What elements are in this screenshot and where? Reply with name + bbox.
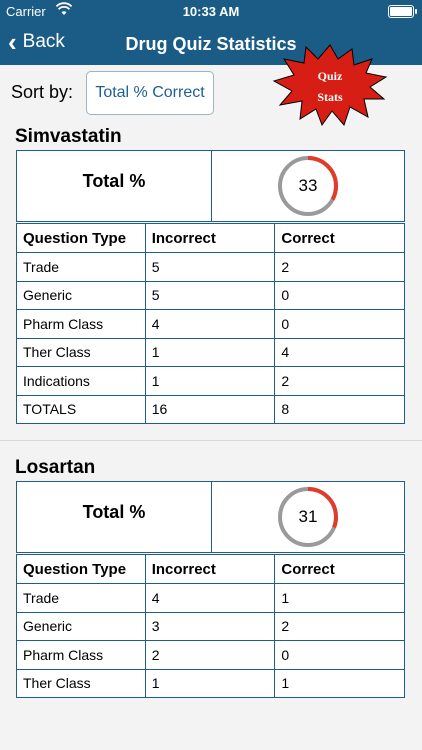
- incorrect-cell: 2: [144, 640, 276, 670]
- total-percent-summary: Total % 33: [16, 150, 405, 222]
- question-type-cell: Trade: [16, 583, 146, 613]
- header-correct: Correct: [274, 223, 405, 253]
- total-percent-label: Total %: [17, 151, 212, 221]
- question-type-cell: Trade: [16, 252, 146, 282]
- sort-label: Sort by:: [11, 82, 74, 102]
- correct-cell: 0: [274, 640, 405, 670]
- incorrect-cell: 1: [144, 366, 276, 396]
- percent-value: 33: [298, 176, 318, 195]
- table-row: Indications 1 2: [16, 366, 405, 396]
- header-incorrect: Incorrect: [144, 223, 276, 253]
- table-row: Trade 5 2: [16, 252, 405, 282]
- question-type-cell: TOTALS: [16, 394, 146, 424]
- battery-icon: [388, 5, 417, 18]
- header-incorrect: Incorrect: [144, 554, 276, 584]
- percent-value: 31: [298, 507, 318, 526]
- correct-cell: 2: [274, 611, 405, 641]
- correct-cell: 8: [274, 394, 405, 424]
- badge-line2: Stats: [317, 90, 343, 104]
- incorrect-cell: 4: [144, 583, 276, 613]
- correct-cell: 0: [274, 280, 405, 310]
- table-header-row: Question Type Incorrect Correct: [16, 554, 405, 584]
- percent-ring: 31: [212, 482, 404, 552]
- correct-cell: 4: [274, 337, 405, 367]
- drug-name: Losartan: [15, 457, 96, 478]
- table-header-row: Question Type Incorrect Correct: [16, 223, 405, 253]
- header-question-type: Question Type: [16, 554, 146, 584]
- correct-cell: 1: [274, 583, 405, 613]
- header-question-type: Question Type: [16, 223, 146, 253]
- incorrect-cell: 1: [144, 337, 276, 367]
- question-type-cell: Indications: [16, 366, 146, 396]
- question-type-table: Question Type Incorrect Correct Trade 5 2 …: [16, 223, 405, 424]
- question-type-cell: Generic: [16, 611, 146, 641]
- status-bar: Carrier 10:33 AM: [0, 0, 422, 22]
- incorrect-cell: 3: [144, 611, 276, 641]
- correct-cell: 1: [274, 668, 405, 698]
- header-correct: Correct: [274, 554, 405, 584]
- question-type-cell: Ther Class: [16, 337, 146, 367]
- drug-name: Simvastatin: [15, 126, 122, 147]
- incorrect-cell: 16: [144, 394, 276, 424]
- table-row: Generic 3 2: [16, 611, 405, 641]
- correct-cell: 2: [274, 252, 405, 282]
- question-type-cell: Pharm Class: [16, 640, 146, 670]
- table-row: Ther Class 1 1: [16, 668, 405, 698]
- totals-row: TOTALS 16 8: [16, 394, 405, 424]
- table-row: Pharm Class 2 0: [16, 640, 405, 670]
- question-type-cell: Pharm Class: [16, 309, 146, 339]
- table-row: Generic 5 0: [16, 280, 405, 310]
- table-row: Pharm Class 4 0: [16, 309, 405, 339]
- table-row: Ther Class 1 4: [16, 337, 405, 367]
- question-type-cell: Generic: [16, 280, 146, 310]
- incorrect-cell: 5: [144, 252, 276, 282]
- total-percent-summary: Total % 31: [16, 481, 405, 553]
- incorrect-cell: 4: [144, 309, 276, 339]
- status-time: 10:33 AM: [182, 4, 240, 19]
- incorrect-cell: 1: [144, 668, 276, 698]
- total-percent-label: Total %: [17, 482, 212, 552]
- percent-ring: 33: [212, 151, 404, 221]
- sort-button[interactable]: Total % Correct: [86, 71, 214, 115]
- question-type-table: Question Type Incorrect Correct Trade 4 1 …: [16, 554, 405, 698]
- card-divider: [0, 440, 422, 441]
- table-row: Trade 4 1: [16, 583, 405, 613]
- quiz-stats-badge: Quiz Stats: [272, 43, 388, 127]
- correct-cell: 2: [274, 366, 405, 396]
- correct-cell: 0: [274, 309, 405, 339]
- incorrect-cell: 5: [144, 280, 276, 310]
- question-type-cell: Ther Class: [16, 668, 146, 698]
- badge-line1: Quiz: [317, 69, 343, 83]
